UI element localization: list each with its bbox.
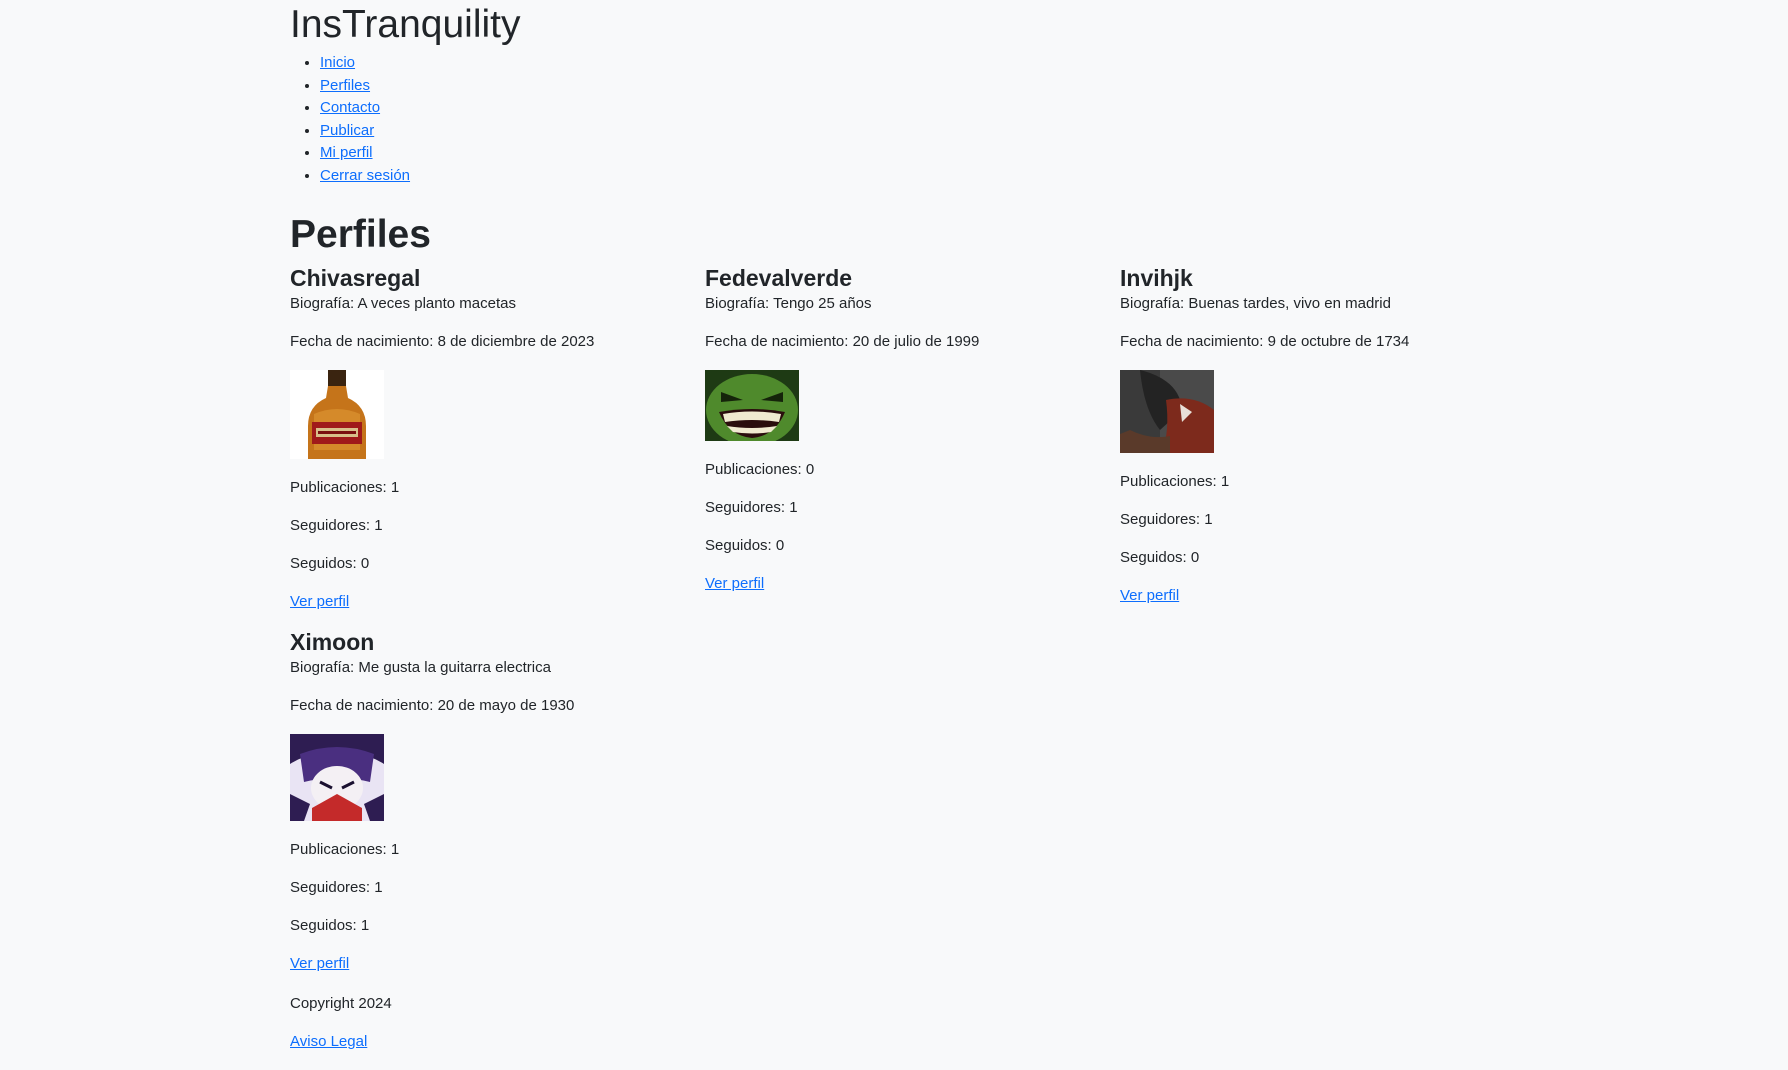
nav-item-publicar: Publicar	[320, 120, 410, 143]
profile-bio: Biografía: Buenas tardes, vivo en madrid	[1120, 295, 1391, 312]
profile-following: Seguidos: 0	[1120, 549, 1200, 566]
site-title: InsTranquility	[290, 3, 521, 46]
page-title: Perfiles	[290, 213, 431, 256]
nav-item-perfiles: Perfiles	[320, 75, 410, 98]
profile-followers: Seguidores: 1	[290, 517, 383, 534]
profile-birthdate: Fecha de nacimiento: 9 de octubre de 173…	[1120, 333, 1410, 350]
profile-card: Ximoon Biografía: Me gusta la guitarra e…	[290, 628, 690, 992]
view-profile-link[interactable]: Ver perfil	[1120, 587, 1179, 604]
profile-following: Seguidos: 0	[705, 537, 785, 554]
nav-item-inicio: Inicio	[320, 52, 410, 75]
view-profile-link[interactable]: Ver perfil	[290, 593, 349, 610]
nav-item-mi-perfil: Mi perfil	[320, 142, 410, 165]
view-profile-link[interactable]: Ver perfil	[705, 575, 764, 592]
profile-following: Seguidos: 1	[290, 917, 370, 934]
nav-link-mi-perfil[interactable]: Mi perfil	[320, 144, 373, 161]
nav-link-inicio[interactable]: Inicio	[320, 54, 355, 71]
profile-followers: Seguidores: 1	[1120, 511, 1213, 528]
cartoon-character-image	[290, 734, 384, 821]
footer: Copyright 2024 Aviso Legal	[290, 994, 392, 1070]
helmet-photo-image	[1120, 370, 1214, 453]
profile-bio: Biografía: Tengo 25 años	[705, 295, 872, 312]
view-profile-link[interactable]: Ver perfil	[290, 955, 349, 972]
profile-card: Fedevalverde Biografía: Tengo 25 años Fe…	[705, 264, 1105, 612]
nav-link-publicar[interactable]: Publicar	[320, 122, 374, 139]
profile-link-row: Ver perfil	[705, 574, 1105, 593]
profile-card: Invihjk Biografía: Buenas tardes, vivo e…	[1120, 264, 1520, 624]
legal-notice-link[interactable]: Aviso Legal	[290, 1033, 367, 1050]
profile-posts: Publicaciones: 0	[705, 461, 815, 478]
nav-item-cerrar-sesion: Cerrar sesión	[320, 165, 410, 188]
profile-followers: Seguidores: 1	[705, 499, 798, 516]
profile-link-row: Ver perfil	[290, 592, 690, 611]
profile-name: Chivasregal	[290, 265, 421, 291]
profile-card: Chivasregal Biografía: A veces planto ma…	[290, 264, 690, 630]
profile-link-row: Ver perfil	[1120, 586, 1520, 605]
nav-link-cerrar-sesion[interactable]: Cerrar sesión	[320, 167, 410, 184]
profile-link-row: Ver perfil	[290, 954, 690, 973]
nav-item-contacto: Contacto	[320, 97, 410, 120]
profile-birthdate: Fecha de nacimiento: 20 de mayo de 1930	[290, 697, 575, 714]
profile-posts: Publicaciones: 1	[290, 479, 400, 496]
profile-birthdate: Fecha de nacimiento: 20 de julio de 1999	[705, 333, 980, 350]
profile-name: Fedevalverde	[705, 265, 853, 291]
nav-link-contacto[interactable]: Contacto	[320, 99, 380, 116]
legal-link-row: Aviso Legal	[290, 1032, 392, 1051]
whisky-bottle-image	[290, 370, 384, 459]
profile-followers: Seguidores: 1	[290, 879, 383, 896]
profile-posts: Publicaciones: 1	[1120, 473, 1230, 490]
main-nav: Inicio Perfiles Contacto Publicar Mi per…	[290, 52, 410, 188]
copyright-text: Copyright 2024	[290, 995, 392, 1012]
profile-bio: Biografía: Me gusta la guitarra electric…	[290, 659, 551, 676]
profile-posts: Publicaciones: 1	[290, 841, 400, 858]
nav-link-perfiles[interactable]: Perfiles	[320, 77, 370, 94]
profile-name: Ximoon	[290, 629, 375, 655]
green-grin-face-image	[705, 370, 799, 441]
profile-name: Invihjk	[1120, 265, 1193, 291]
profile-bio: Biografía: A veces planto macetas	[290, 295, 516, 312]
profile-birthdate: Fecha de nacimiento: 8 de diciembre de 2…	[290, 333, 595, 350]
profile-following: Seguidos: 0	[290, 555, 370, 572]
